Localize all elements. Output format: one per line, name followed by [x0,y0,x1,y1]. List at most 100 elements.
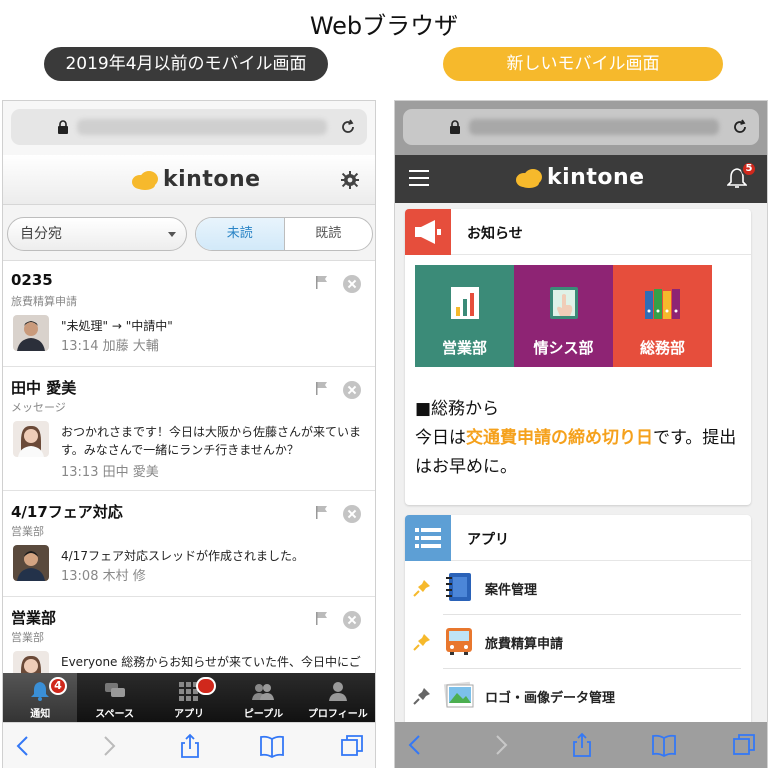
flag-icon[interactable] [315,381,329,395]
bus-icon [446,628,472,655]
url-text-blurred [469,119,719,135]
notification-time: 13:13 [61,465,99,480]
tab-label: アプリ [174,709,205,720]
notification-user: 加藤 大輔 [102,339,159,354]
recipient-select[interactable]: 自分宛 [7,217,187,251]
comparison-page: Webブラウザ 2019年4月以前のモバイル画面 新しいモバイル画面 kinto… [0,0,768,768]
tab-label: スペース [95,709,135,720]
page-title: Webブラウザ [309,12,459,40]
bookmarks-icon[interactable] [651,732,677,758]
list-item[interactable]: 4/17フェア対応 営業部 4/17フェア対応スレッドが作成されました。 13:… [3,491,375,597]
tile-it[interactable]: 情シス部 [514,265,613,367]
url-field[interactable] [11,109,367,145]
list-item[interactable]: 営業部 営業部 Everyone 総務からお知らせが来ていた件、今日中にご対応よ… [3,597,375,673]
url-field[interactable] [403,109,759,145]
tab-unread[interactable]: 未読 [196,218,285,250]
notification-title: 田中 愛美 [11,379,77,397]
touch-screen-icon [550,287,578,319]
tab-spaces[interactable]: スペース [77,673,151,723]
app-item-logo-images[interactable]: ロゴ・画像データ管理 [405,669,751,723]
tabs-icon[interactable] [339,733,365,759]
notification-user: 木村 修 [102,569,146,584]
reload-icon[interactable] [731,118,749,136]
notification-meta: 13:13 田中 愛美 [61,461,159,480]
space-tiles: 営業部 情シス部 総務部 [415,265,712,367]
close-icon[interactable] [343,381,361,399]
pin-icon[interactable] [413,579,431,597]
forward-icon[interactable] [487,732,513,758]
pin-icon[interactable] [413,687,431,705]
flag-icon[interactable] [315,275,329,289]
back-icon[interactable] [11,733,37,759]
old-mobile-screen: kintone 自分宛 未読 既読 0235 旅費精算申請 "未処理" → "中… [2,100,376,768]
notification-user: 田中 愛美 [102,465,159,480]
announcement-body: ■総務から 今日は交通費申請の締め切り日です。提出はお早めに。 [415,395,741,482]
avatar [13,421,49,457]
list-item[interactable]: 0235 旅費精算申請 "未処理" → "中請中" 13:14 加藤 大輔 [3,261,375,367]
notification-badge: 5 [741,161,757,177]
app-item-travel[interactable]: 旅費精算申請 [405,615,751,669]
filter-row: 自分宛 未読 既読 [3,205,375,261]
bookmarks-icon[interactable] [259,733,285,759]
notification-title: 営業部 [11,609,57,627]
tab-notifications[interactable]: 4 通知 [3,673,78,723]
announcement-title: お知らせ [467,226,523,242]
tab-label: ピープル [243,709,284,720]
chevron-down-icon [168,232,176,237]
tab-people[interactable]: ピープル [226,673,300,723]
old-screen-label: 2019年4月以前のモバイル画面 [44,47,328,81]
close-icon[interactable] [343,611,361,629]
apps-badge [195,677,216,695]
tab-read[interactable]: 既読 [285,218,373,250]
logo-text: kintone [163,167,261,192]
tile-label: 営業部 [441,339,487,357]
gear-icon[interactable] [341,171,359,189]
new-mobile-screen: kintone 5 お知らせ 営業部 情シス部 総務部 ■総務から 今日は交通費… [394,100,768,768]
tile-general-affairs[interactable]: 総務部 [613,265,712,367]
notification-message: おつかれさまです！今日は大阪から佐藤さんが来ています。みなさんで一緒にランチ行き… [61,425,362,457]
announcement-line-2: 今日は交通費申請の締め切り日です。提出はお早めに。 [415,424,741,482]
bottom-tab-bar: 4 通知 スペース アプリ ピープル プロフィール [3,673,375,723]
recipient-select-value: 自分宛 [20,226,62,242]
reload-icon[interactable] [339,118,357,136]
notification-title: 0235 [11,271,53,289]
forward-icon[interactable] [95,733,121,759]
logo-text: kintone [547,165,645,190]
tile-sales[interactable]: 営業部 [415,265,514,367]
tab-label: 通知 [30,709,51,720]
kintone-logo: kintone [131,167,261,192]
browser-url-bar [3,101,375,155]
tab-apps[interactable]: アプリ [152,673,226,723]
app-item-project[interactable]: 案件管理 [405,561,751,615]
tile-label: 総務部 [639,339,685,357]
flag-icon[interactable] [315,505,329,519]
flag-icon[interactable] [315,611,329,625]
close-icon[interactable] [343,505,361,523]
hamburger-menu-icon[interactable] [409,169,429,187]
notebook-icon [446,573,471,601]
close-icon[interactable] [343,275,361,293]
share-icon[interactable] [177,733,203,759]
tabs-icon[interactable] [731,732,757,758]
back-icon[interactable] [403,732,429,758]
pin-icon[interactable] [413,633,431,651]
avatar [13,651,49,673]
app-header: kintone [3,155,375,205]
notification-source: 営業部 [11,525,44,538]
person-icon [328,682,347,701]
list-icon [405,515,451,561]
notification-message: "未処理" → "中請中" [61,319,173,333]
apps-header: アプリ [405,515,751,561]
list-item[interactable]: 田中 愛美 メッセージ おつかれさまです！今日は大阪から佐藤さんが来ています。み… [3,367,375,491]
announcement-highlight: 交通費申請の締め切り日 [466,428,653,448]
share-icon[interactable] [569,732,595,758]
notification-title: 4/17フェア対応 [11,503,123,521]
notification-source: 営業部 [11,631,44,644]
browser-url-bar [395,101,767,155]
url-text-blurred [77,119,327,135]
tab-profile[interactable]: プロフィール [301,673,375,723]
app-label: 旅費精算申請 [485,637,564,652]
notification-message: 4/17フェア対応スレッドが作成されました。 [61,549,304,563]
tab-label: プロフィール [307,709,368,720]
image-icon [443,681,474,708]
